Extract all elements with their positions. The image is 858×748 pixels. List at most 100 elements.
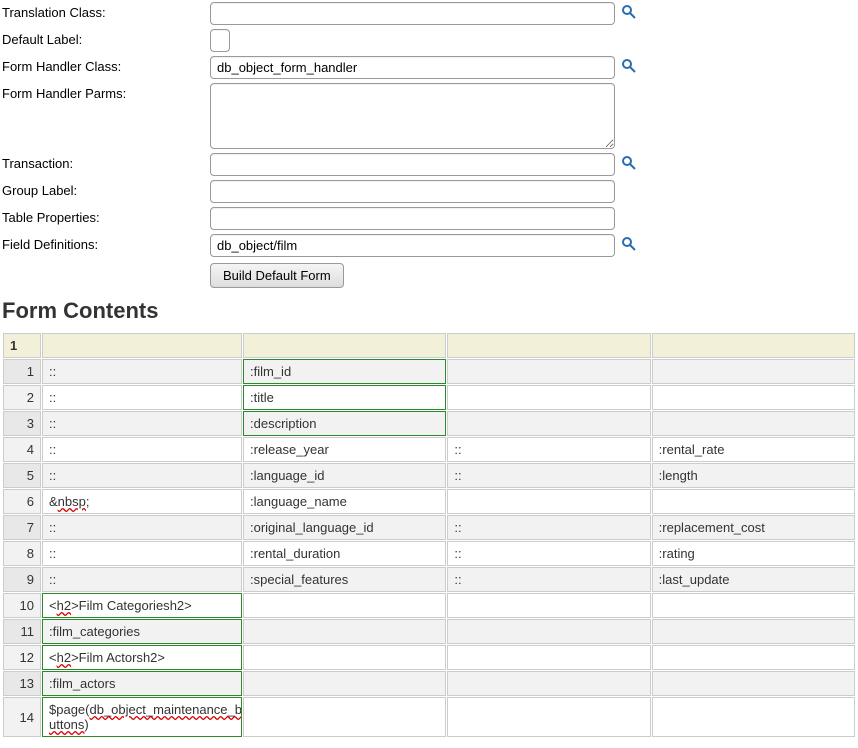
grid-cell[interactable]: :rental_rate <box>652 437 855 462</box>
row-number[interactable]: 7 <box>3 515 41 540</box>
input-field-definitions[interactable] <box>210 234 615 257</box>
grid-header-cell[interactable]: 1 <box>3 333 41 358</box>
grid-cell[interactable]: :: <box>42 437 242 462</box>
row-number[interactable]: 6 <box>3 489 41 514</box>
textarea-form-handler-parms[interactable] <box>210 83 615 149</box>
row-number[interactable]: 1 <box>3 359 41 384</box>
row-transaction: Transaction: <box>2 153 856 176</box>
lookup-icon[interactable] <box>621 155 637 171</box>
grid-cell[interactable]: :description <box>243 411 446 436</box>
grid-cell[interactable] <box>447 619 650 644</box>
row-number[interactable]: 9 <box>3 567 41 592</box>
grid-cell[interactable]: :: <box>42 515 242 540</box>
grid-cell[interactable] <box>243 671 446 696</box>
grid-cell[interactable]: :replacement_cost <box>652 515 855 540</box>
grid-cell[interactable]: :film_id <box>243 359 446 384</box>
grid-cell[interactable]: :: <box>447 515 650 540</box>
table-row: 8:::rental_duration:::rating <box>3 541 855 566</box>
row-build-button: Build Default Form <box>2 261 856 288</box>
label-default-label: Default Label: <box>2 29 210 47</box>
grid-cell[interactable]: :: <box>447 437 650 462</box>
label-transaction: Transaction: <box>2 153 210 171</box>
row-number[interactable]: 12 <box>3 645 41 670</box>
grid-cell[interactable] <box>447 645 650 670</box>
grid-header-row: 1 <box>3 333 855 358</box>
grid-header-cell[interactable] <box>243 333 446 358</box>
grid-cell[interactable]: :rental_duration <box>243 541 446 566</box>
grid-cell[interactable] <box>652 385 855 410</box>
grid-cell[interactable] <box>652 697 855 737</box>
grid-cell[interactable] <box>243 593 446 618</box>
grid-header-cell[interactable] <box>42 333 242 358</box>
grid-cell[interactable] <box>447 489 650 514</box>
grid-cell[interactable] <box>447 593 650 618</box>
label-translation-class: Translation Class: <box>2 2 210 20</box>
grid-cell[interactable]: :title <box>243 385 446 410</box>
lookup-icon[interactable] <box>621 4 637 20</box>
grid-cell[interactable]: :: <box>42 385 242 410</box>
grid-cell[interactable] <box>243 645 446 670</box>
grid-cell[interactable]: :: <box>447 567 650 592</box>
input-form-handler-class[interactable] <box>210 56 615 79</box>
lookup-icon[interactable] <box>621 236 637 252</box>
row-number[interactable]: 13 <box>3 671 41 696</box>
grid-cell[interactable]: :: <box>42 463 242 488</box>
grid-cell[interactable]: <h2>Film Categoriesh2> <box>42 593 242 618</box>
grid-cell[interactable]: :film_actors <box>42 671 242 696</box>
input-group-label[interactable] <box>210 180 615 203</box>
grid-cell[interactable] <box>243 697 446 737</box>
row-number[interactable]: 10 <box>3 593 41 618</box>
row-number[interactable]: 11 <box>3 619 41 644</box>
input-default-label[interactable] <box>210 29 230 52</box>
row-number[interactable]: 14 <box>3 697 41 737</box>
input-table-properties[interactable] <box>210 207 615 230</box>
grid-cell[interactable] <box>652 671 855 696</box>
grid-cell[interactable]: :length <box>652 463 855 488</box>
table-row: 5:::language_id:::length <box>3 463 855 488</box>
section-title: Form Contents <box>2 298 856 324</box>
grid-cell[interactable] <box>243 619 446 644</box>
grid-cell[interactable]: :language_id <box>243 463 446 488</box>
label-form-handler-parms: Form Handler Parms: <box>2 83 210 101</box>
grid-cell[interactable] <box>447 411 650 436</box>
grid-cell[interactable] <box>652 645 855 670</box>
grid-header-cell[interactable] <box>447 333 650 358</box>
grid-cell[interactable]: $page(db_object_maintenance_buttons) <box>42 697 242 737</box>
row-default-label: Default Label: <box>2 29 856 52</box>
row-number[interactable]: 3 <box>3 411 41 436</box>
grid-cell[interactable] <box>652 489 855 514</box>
input-translation-class[interactable] <box>210 2 615 25</box>
grid-cell[interactable] <box>447 359 650 384</box>
grid-cell[interactable]: &nbsp; <box>42 489 242 514</box>
row-number[interactable]: 4 <box>3 437 41 462</box>
grid-cell[interactable] <box>447 697 650 737</box>
grid-cell[interactable]: :: <box>447 463 650 488</box>
grid-cell[interactable]: :rating <box>652 541 855 566</box>
build-default-form-button[interactable]: Build Default Form <box>210 263 344 288</box>
row-number[interactable]: 2 <box>3 385 41 410</box>
grid-cell[interactable]: :film_categories <box>42 619 242 644</box>
grid-cell[interactable]: :original_language_id <box>243 515 446 540</box>
grid-cell[interactable]: :: <box>42 567 242 592</box>
grid-cell[interactable] <box>652 359 855 384</box>
row-number[interactable]: 5 <box>3 463 41 488</box>
lookup-icon[interactable] <box>621 58 637 74</box>
grid-cell[interactable]: :special_features <box>243 567 446 592</box>
row-number[interactable]: 8 <box>3 541 41 566</box>
grid-cell[interactable]: :language_name <box>243 489 446 514</box>
grid-cell[interactable] <box>447 671 650 696</box>
row-form-handler-class: Form Handler Class: <box>2 56 856 79</box>
grid-cell[interactable] <box>447 385 650 410</box>
grid-cell[interactable] <box>652 619 855 644</box>
grid-cell[interactable]: :: <box>42 359 242 384</box>
grid-cell[interactable]: :release_year <box>243 437 446 462</box>
grid-cell[interactable]: :: <box>42 411 242 436</box>
grid-header-cell[interactable] <box>652 333 855 358</box>
input-transaction[interactable] <box>210 153 615 176</box>
grid-cell[interactable]: :: <box>42 541 242 566</box>
grid-cell[interactable]: <h2>Film Actorsh2> <box>42 645 242 670</box>
grid-cell[interactable] <box>652 411 855 436</box>
grid-cell[interactable]: :: <box>447 541 650 566</box>
grid-cell[interactable]: :last_update <box>652 567 855 592</box>
grid-cell[interactable] <box>652 593 855 618</box>
